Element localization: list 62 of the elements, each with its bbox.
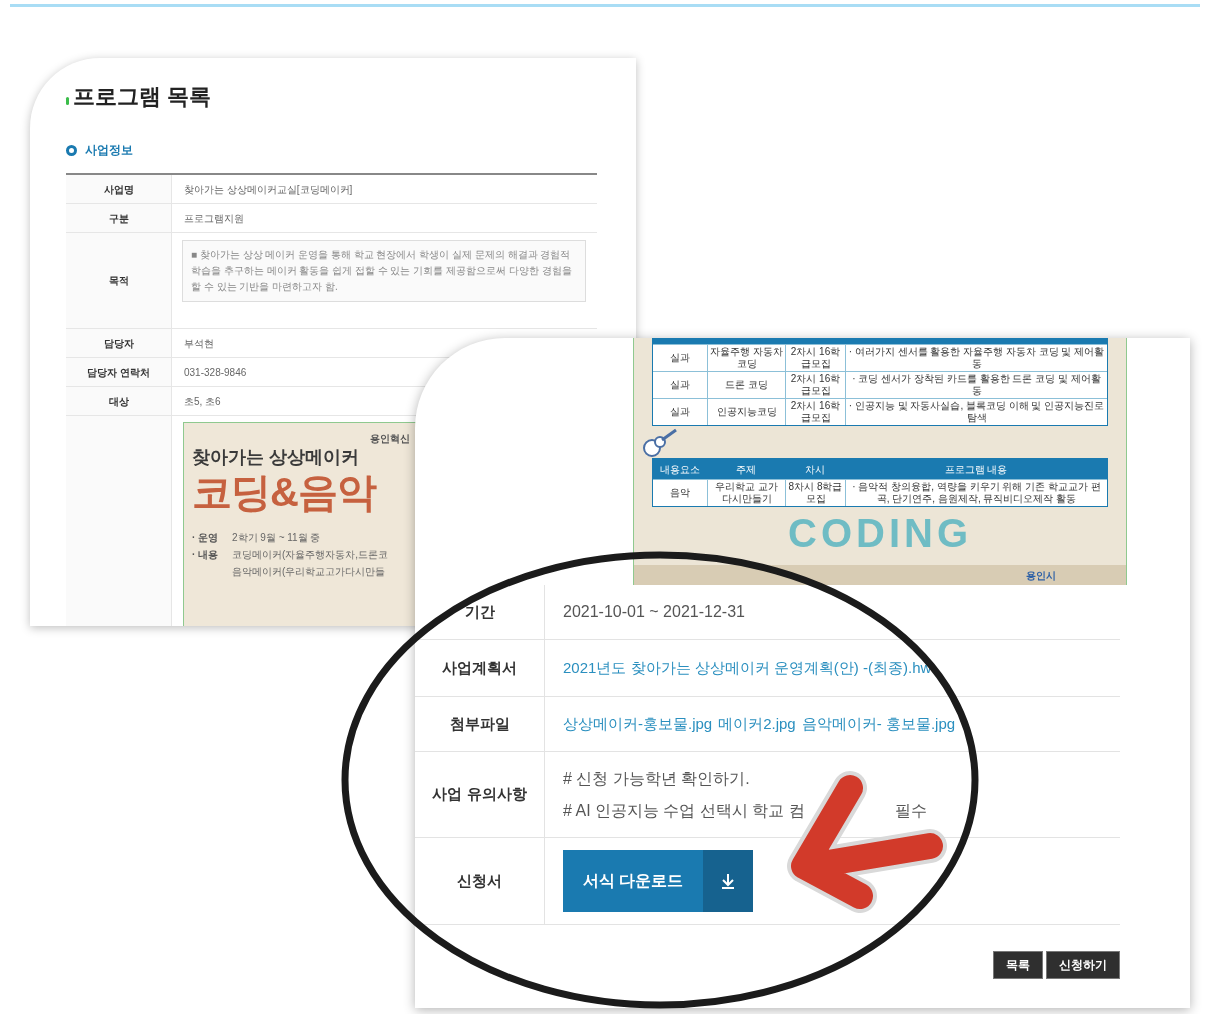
row-label: 사업명: [103, 182, 134, 197]
row-value: # AI 인공지능 수업 선택시 학교 컴: [563, 800, 805, 821]
column-header: 차시: [805, 462, 825, 477]
page-button[interactable]: 신청하기: [1046, 951, 1120, 979]
download-icon: [720, 872, 736, 890]
row-value: 031-328-9846: [184, 365, 247, 380]
row-label: 신청서: [457, 870, 502, 891]
row-label: 사업 유의사항: [432, 784, 527, 805]
section-title: 사업정보: [85, 142, 133, 159]
table-cell: · 인공지능 및 자동사실습, 블록코딩 이해 및 인공지능진로탐색: [848, 400, 1105, 424]
table-cell-text: · 음악적 창의융합, 역량을 키우기 위해 기존 학교교가 편곡, 단기연주, 음원제작, 뮤직비디오제작 활동: [851, 481, 1102, 505]
column-header: 내용요소: [660, 462, 700, 477]
poster-text: 음악메이커(우리학교고가다시만들: [232, 565, 386, 579]
table-cell: 인공지능코딩: [716, 406, 777, 418]
row-value: 필수: [894, 800, 927, 821]
art-text: CODING: [788, 513, 972, 553]
table-cell-text: 우리학교 교가 다시만들기: [714, 481, 779, 505]
row-value: 초5, 초6: [184, 394, 221, 409]
row-label: 첨부파일: [449, 713, 510, 734]
row-label: 목적: [108, 274, 129, 288]
table-cell: 실과: [670, 352, 690, 364]
table-cell-text: 2차시 16학급모집: [789, 400, 842, 424]
table-cell-text: · 코딩 센서가 장착된 카드를 활용한 드론 코딩 및 제어활동: [851, 373, 1102, 397]
poster-label: · 운영: [192, 531, 220, 545]
poster-headline: 코딩&음악: [192, 469, 378, 516]
file-link[interactable]: 음악메이커- 홍보물.jpg: [801, 712, 956, 736]
file-link[interactable]: 메이커2.jpg: [718, 712, 796, 736]
footer-logo: 용인시: [1026, 568, 1056, 583]
title-mark: [66, 96, 69, 105]
page-title: 프로그램 목록: [73, 83, 212, 111]
poster-subtitle: 찾아가는 상상메이커: [192, 446, 360, 468]
row-value: 2021-10-01 ~ 2021-12-31: [563, 602, 745, 622]
poster-text: 2학기 9월 ~ 11월 중: [232, 531, 321, 545]
table-cell: 드론 코딩: [725, 379, 768, 391]
poster-text: 코딩메이커(자율주행자동차,드론코: [232, 548, 389, 562]
purpose-text: ■ 찾아가는 상상 메이커 운영을 통해 학교 현장에서 학생이 실제 문제의 해결과 경험적 학습을 추구하는 메이커 활동을 쉽게 접할 수 있는 기회를 제공함으로써 다양한 경험을 할 수 있는 기반을 마련하고자 함.: [191, 248, 573, 294]
row-label: 구분: [108, 211, 129, 226]
poster-label: · 내용: [192, 548, 220, 562]
row-label: 사업계획서: [442, 657, 517, 678]
column-header: 프로그램 내용: [944, 462, 1008, 477]
row-value: 부석현: [184, 336, 214, 351]
poster-org: 용인혁신: [370, 432, 410, 446]
row-value: 찾아가는 상상메이커교실[코딩메이커]: [184, 182, 353, 197]
table-cell: 자율주행 자동차코딩: [710, 346, 783, 370]
table-cell: 실과: [670, 406, 690, 418]
table-cell-text: 2차시 16학급모집: [789, 373, 842, 397]
download-button[interactable]: 서식 다운로드: [563, 850, 753, 912]
table-cell: · 여러가지 센서를 활용한 자율주행 자동차 코딩 및 제어활동: [848, 346, 1105, 370]
table-cell: 8차시 8학급모집: [788, 481, 843, 505]
table-cell: 실과: [670, 379, 690, 391]
row-label: 담당자 연락처: [87, 365, 150, 380]
table-cell: 음악: [670, 487, 690, 499]
page-button[interactable]: 목록: [993, 951, 1043, 979]
row-label: 기간: [464, 601, 495, 622]
row-label: 대상: [108, 394, 129, 409]
column-header: 주제: [736, 462, 756, 477]
row-label: 담당자: [103, 336, 134, 351]
file-link[interactable]: 2021년도 찾아가는 상상메이커 운영계획(안) -(최종).hw: [563, 656, 932, 680]
table-cell-text: 2차시 16학급모집: [789, 346, 842, 370]
file-link[interactable]: 상상메이커-홍보물.jpg: [563, 712, 713, 736]
row-value: 프로그램지원: [184, 211, 244, 226]
row-value: # 신청 가능학년 확인하기.: [563, 768, 750, 789]
